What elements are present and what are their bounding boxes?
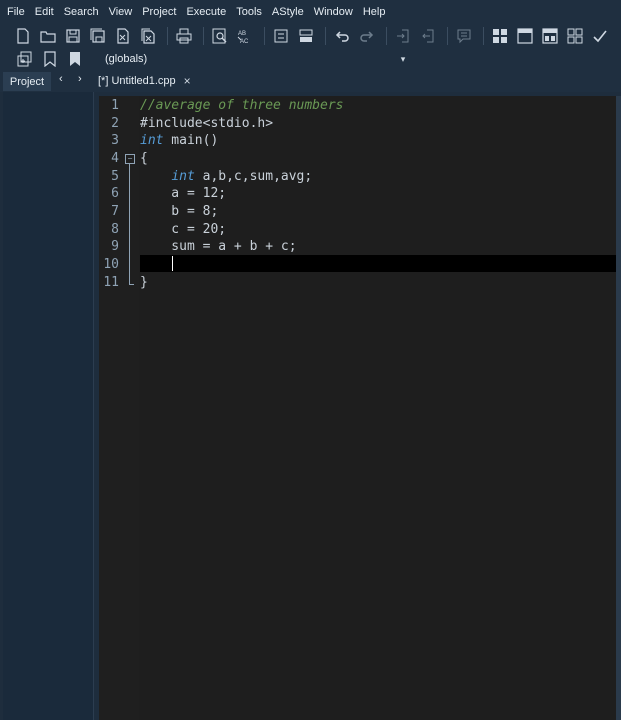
toolbar-separator	[483, 26, 484, 45]
menu-tools[interactable]: Tools	[232, 6, 266, 18]
close-all-icon[interactable]	[137, 25, 159, 47]
chevron-down-icon: ▾	[400, 53, 406, 64]
toolbar-separator	[167, 26, 168, 45]
print-icon[interactable]	[173, 25, 195, 47]
code-text: #include<stdio.h>	[140, 116, 274, 131]
code-text: int a,b,c,sum,avg;	[171, 169, 313, 184]
bookmark-filled-icon[interactable]	[64, 48, 86, 70]
svg-text:AB: AB	[238, 31, 246, 37]
line-number: 4	[111, 151, 119, 166]
code-line[interactable]: 7 b = 8;	[99, 203, 616, 221]
fold-guide-line	[129, 163, 130, 285]
globals-dropdown-value: (globals)	[105, 53, 148, 65]
menu-project[interactable]: Project	[138, 6, 180, 18]
code-text: int main()	[140, 133, 219, 148]
next-tab-icon[interactable]: ›	[78, 73, 82, 85]
toolbar-separator	[203, 26, 204, 45]
code-text: a = 12;	[140, 186, 227, 201]
code-text: {	[140, 151, 148, 166]
code-line[interactable]: 2 #include<stdio.h>	[99, 115, 616, 133]
undo-icon[interactable]	[331, 25, 353, 47]
check-icon[interactable]	[589, 25, 611, 47]
file-tab-untitled1[interactable]: [*] Untitled1.cpp ×	[98, 71, 191, 91]
menu-search[interactable]: Search	[60, 6, 103, 18]
toolbar-separator	[447, 26, 448, 45]
line-number: 3	[111, 133, 119, 148]
close-file-icon[interactable]	[112, 25, 134, 47]
code-line[interactable]: 11 }	[99, 274, 616, 292]
text-caret	[172, 256, 173, 271]
line-number: 9	[111, 239, 119, 254]
prev-tab-icon[interactable]: ‹	[59, 73, 63, 85]
file-tab-label: [*] Untitled1.cpp	[98, 75, 176, 87]
globals-dropdown[interactable]: (globals) ▾	[99, 49, 411, 69]
menu-window[interactable]: Window	[310, 6, 357, 18]
menu-file[interactable]: File	[3, 6, 29, 18]
editor-right-edge	[616, 96, 621, 720]
menu-bar: File Edit Search View Project Execute To…	[0, 0, 621, 24]
indent-icon[interactable]	[392, 25, 414, 47]
toggle-comment-icon[interactable]	[453, 25, 475, 47]
close-tab-icon[interactable]: ×	[184, 74, 191, 88]
save-icon[interactable]	[62, 25, 84, 47]
code-line[interactable]: 5 int a,b,c,sum,avg;	[99, 168, 616, 186]
menu-astyle[interactable]: AStyle	[268, 6, 308, 18]
toolbar-separator	[325, 26, 326, 45]
code-line[interactable]: 10	[99, 256, 616, 274]
split-icon[interactable]	[295, 25, 317, 47]
svg-text:AC: AC	[240, 39, 249, 44]
unindent-icon[interactable]	[417, 25, 439, 47]
fold-guide-end	[129, 284, 134, 285]
line-number: 10	[103, 257, 119, 272]
goto-line-icon[interactable]	[270, 25, 292, 47]
code-line[interactable]: 4 − {	[99, 150, 616, 168]
code-text: //average of three numbers	[140, 98, 344, 113]
line-number: 6	[111, 186, 119, 201]
redo-icon[interactable]	[356, 25, 378, 47]
menu-view[interactable]: View	[105, 6, 137, 18]
toolbar-separator	[264, 26, 265, 45]
replace-icon[interactable]: AB AC	[234, 25, 256, 47]
tab-row	[0, 70, 621, 92]
save-all-icon[interactable]	[87, 25, 109, 47]
open-folder-icon[interactable]	[37, 25, 59, 47]
code-line[interactable]: 9 sum = a + b + c;	[99, 238, 616, 256]
project-panel[interactable]	[3, 92, 94, 720]
code-line[interactable]: 1 //average of three numbers	[99, 97, 616, 115]
layout-tiles-icon[interactable]	[564, 25, 586, 47]
menu-edit[interactable]: Edit	[31, 6, 58, 18]
code-text: b = 8;	[140, 204, 219, 219]
main-toolbar: AB AC	[0, 24, 621, 47]
layout-panel-icon[interactable]	[539, 25, 561, 47]
line-number: 8	[111, 222, 119, 237]
new-file-icon[interactable]	[12, 25, 34, 47]
line-number: 1	[111, 98, 119, 113]
line-number: 7	[111, 204, 119, 219]
code-text: }	[140, 275, 148, 290]
layout-grid-icon[interactable]	[489, 25, 511, 47]
code-text: sum = a + b + c;	[140, 239, 297, 254]
code-line[interactable]: 3 int main()	[99, 132, 616, 150]
line-number: 11	[103, 275, 119, 290]
code-text: c = 20;	[140, 222, 227, 237]
bookmark-icon[interactable]	[39, 48, 61, 70]
layout-window-icon[interactable]	[514, 25, 536, 47]
tab-project[interactable]: Project	[3, 72, 51, 91]
toolbar-separator	[386, 26, 387, 45]
menu-execute[interactable]: Execute	[182, 6, 230, 18]
code-line[interactable]: 6 a = 12;	[99, 185, 616, 203]
code-line[interactable]: 8 c = 20;	[99, 221, 616, 239]
find-icon[interactable]	[209, 25, 231, 47]
add-to-project-icon[interactable]	[14, 48, 36, 70]
fold-collapse-icon[interactable]: −	[125, 154, 135, 164]
line-number: 5	[111, 169, 119, 184]
line-number: 2	[111, 116, 119, 131]
menu-help[interactable]: Help	[359, 6, 390, 18]
